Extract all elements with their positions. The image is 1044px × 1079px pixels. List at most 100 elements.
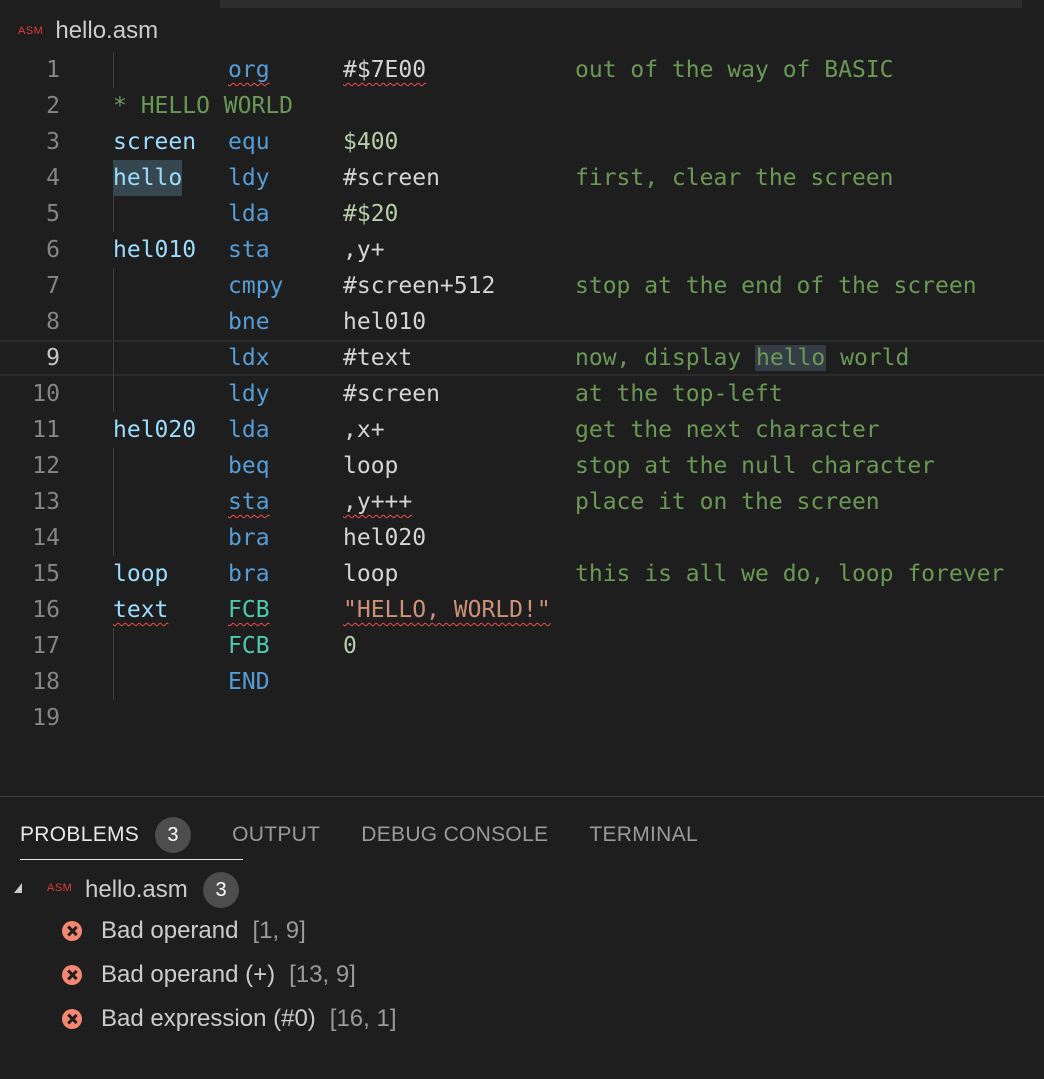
tab-output[interactable]: OUTPUT <box>232 817 320 853</box>
problem-item[interactable]: Bad expression (#0) [16, 1] <box>0 1001 1044 1041</box>
line-number: 10 <box>32 381 60 407</box>
line-number: 18 <box>32 669 60 695</box>
file-problem-count-badge: 3 <box>203 872 239 908</box>
line-number: 9 <box>46 345 60 371</box>
code-line[interactable]: 2 * HELLO WORLD <box>0 88 1044 124</box>
problem-text: Bad operand [1, 9] <box>101 913 306 949</box>
indent-guide <box>113 520 114 556</box>
problems-file-name: hello.asm <box>85 876 188 903</box>
panel-tabs: PROBLEMS 3 OUTPUT DEBUG CONSOLE TERMINAL <box>20 817 739 860</box>
comment: out of the way of BASIC <box>575 57 894 83</box>
problem-item[interactable]: Bad operand [1, 9] <box>0 913 1044 953</box>
line-number: 5 <box>46 201 60 227</box>
line-number: 7 <box>46 273 60 299</box>
error-icon <box>62 921 82 941</box>
code-line[interactable]: 6 hel010 sta ,y+ <box>0 232 1044 268</box>
tab-terminal[interactable]: TERMINAL <box>589 817 698 853</box>
line-number: 14 <box>32 525 60 551</box>
code-line[interactable]: 8 bne hel010 <box>0 304 1044 340</box>
bottom-panel: PROBLEMS 3 OUTPUT DEBUG CONSOLE TERMINAL… <box>0 796 1044 1079</box>
operand: ,x+ <box>343 417 385 443</box>
operand: #$20 <box>343 201 399 227</box>
line-number: 11 <box>32 417 60 443</box>
code-line[interactable]: 13 sta ,y+++ place it on the screen <box>0 484 1044 520</box>
indent-guide <box>113 196 114 232</box>
indent-guide <box>113 52 114 88</box>
horizontal-scroll-thumb[interactable] <box>220 0 1022 8</box>
asm-file-icon: ASM <box>47 882 73 894</box>
code-line[interactable]: 19 <box>0 700 1044 736</box>
operand: hel020 <box>343 525 427 551</box>
code-line[interactable]: 18 END <box>0 664 1044 700</box>
line-number: 8 <box>46 309 60 335</box>
line-number: 2 <box>46 93 60 119</box>
file-name: hello.asm <box>55 17 159 44</box>
opcode: ldy <box>228 381 270 407</box>
problem-position: [13, 9] <box>289 961 356 988</box>
opcode: bra <box>228 525 270 551</box>
label: screen <box>113 129 197 155</box>
code-line[interactable]: 15 loop bra loop this is all we do, loop… <box>0 556 1044 592</box>
code-line[interactable]: 14 bra hel020 <box>0 520 1044 556</box>
operand: $400 <box>343 129 399 155</box>
code-line[interactable]: 1 org #$7E00 out of the way of BASIC <box>0 52 1044 88</box>
tab-label: PROBLEMS <box>20 823 140 846</box>
line-number: 1 <box>46 57 60 83</box>
tab-label: DEBUG CONSOLE <box>361 823 549 846</box>
operand: #screen <box>343 165 440 191</box>
code-line[interactable]: 5 lda #$20 <box>0 196 1044 232</box>
line-number: 6 <box>46 237 60 263</box>
line-number: 15 <box>32 561 60 587</box>
code-line[interactable]: 4 hello ldy #screen first, clear the scr… <box>0 160 1044 196</box>
code-line[interactable]: 16 text FCB "HELLO, WORLD!" <box>0 592 1044 628</box>
expanded-chevron-icon[interactable] <box>14 883 22 893</box>
tab-problems[interactable]: PROBLEMS 3 <box>20 817 244 860</box>
opcode: lda <box>228 417 270 443</box>
opcode: org <box>228 57 270 83</box>
code-line[interactable]: 3 screen equ $400 <box>0 124 1044 160</box>
editor-top-scrollbar[interactable] <box>0 0 1044 8</box>
operand: #$7E00 <box>343 57 427 83</box>
line-number: 3 <box>46 129 60 155</box>
indent-guide <box>113 628 114 664</box>
comment: first, clear the screen <box>575 165 894 191</box>
code-line[interactable]: 17 FCB 0 <box>0 628 1044 664</box>
error-icon <box>62 1009 82 1029</box>
code-editor[interactable]: 1 org #$7E00 out of the way of BASIC 2 *… <box>0 52 1044 792</box>
code-line[interactable]: 10 ldy #screen at the top-left <box>0 376 1044 412</box>
problem-item[interactable]: Bad operand (+) [13, 9] <box>0 957 1044 997</box>
line-number: 19 <box>32 705 60 731</box>
problem-text: Bad operand (+) [13, 9] <box>101 957 356 993</box>
problem-position: [1, 9] <box>252 917 306 944</box>
line-number: 16 <box>32 597 60 623</box>
comment: this is all we do, loop forever <box>575 561 1005 587</box>
operand: ,y+++ <box>343 489 413 515</box>
operand: ,y+ <box>343 237 385 263</box>
file-header: ASM hello.asm <box>18 14 158 48</box>
operand: #screen+512 <box>343 273 496 299</box>
problem-message: Bad operand <box>101 917 239 944</box>
comment: now, display hello world <box>575 342 909 374</box>
code-line[interactable]: 11 hel020 lda ,x+ get the next character <box>0 412 1044 448</box>
label: text <box>113 597 169 623</box>
tab-debug-console[interactable]: DEBUG CONSOLE <box>361 817 548 853</box>
label: hello <box>113 160 183 196</box>
line-number: 17 <box>32 633 60 659</box>
opcode: beq <box>228 453 270 479</box>
operand: loop <box>343 561 399 587</box>
label: loop <box>113 561 169 587</box>
word-highlight: hello <box>755 345 827 371</box>
code-line-current[interactable]: 9 ldx #text now, display hello world <box>0 340 1044 378</box>
code-line[interactable]: 12 beq loop stop at the null character <box>0 448 1044 484</box>
operand: hel010 <box>343 309 427 335</box>
code-line[interactable]: 7 cmpy #screen+512 stop at the end of th… <box>0 268 1044 304</box>
indent-guide <box>113 376 114 412</box>
line-number: 13 <box>32 489 60 515</box>
problem-position: [16, 1] <box>329 1005 397 1032</box>
problems-file-row[interactable]: ASM hello.asm 3 <box>0 871 300 909</box>
line-number: 4 <box>46 165 60 191</box>
operand: loop <box>343 453 399 479</box>
comment: * HELLO WORLD <box>113 93 294 119</box>
indent-guide <box>113 342 114 378</box>
comment: at the top-left <box>575 381 783 407</box>
